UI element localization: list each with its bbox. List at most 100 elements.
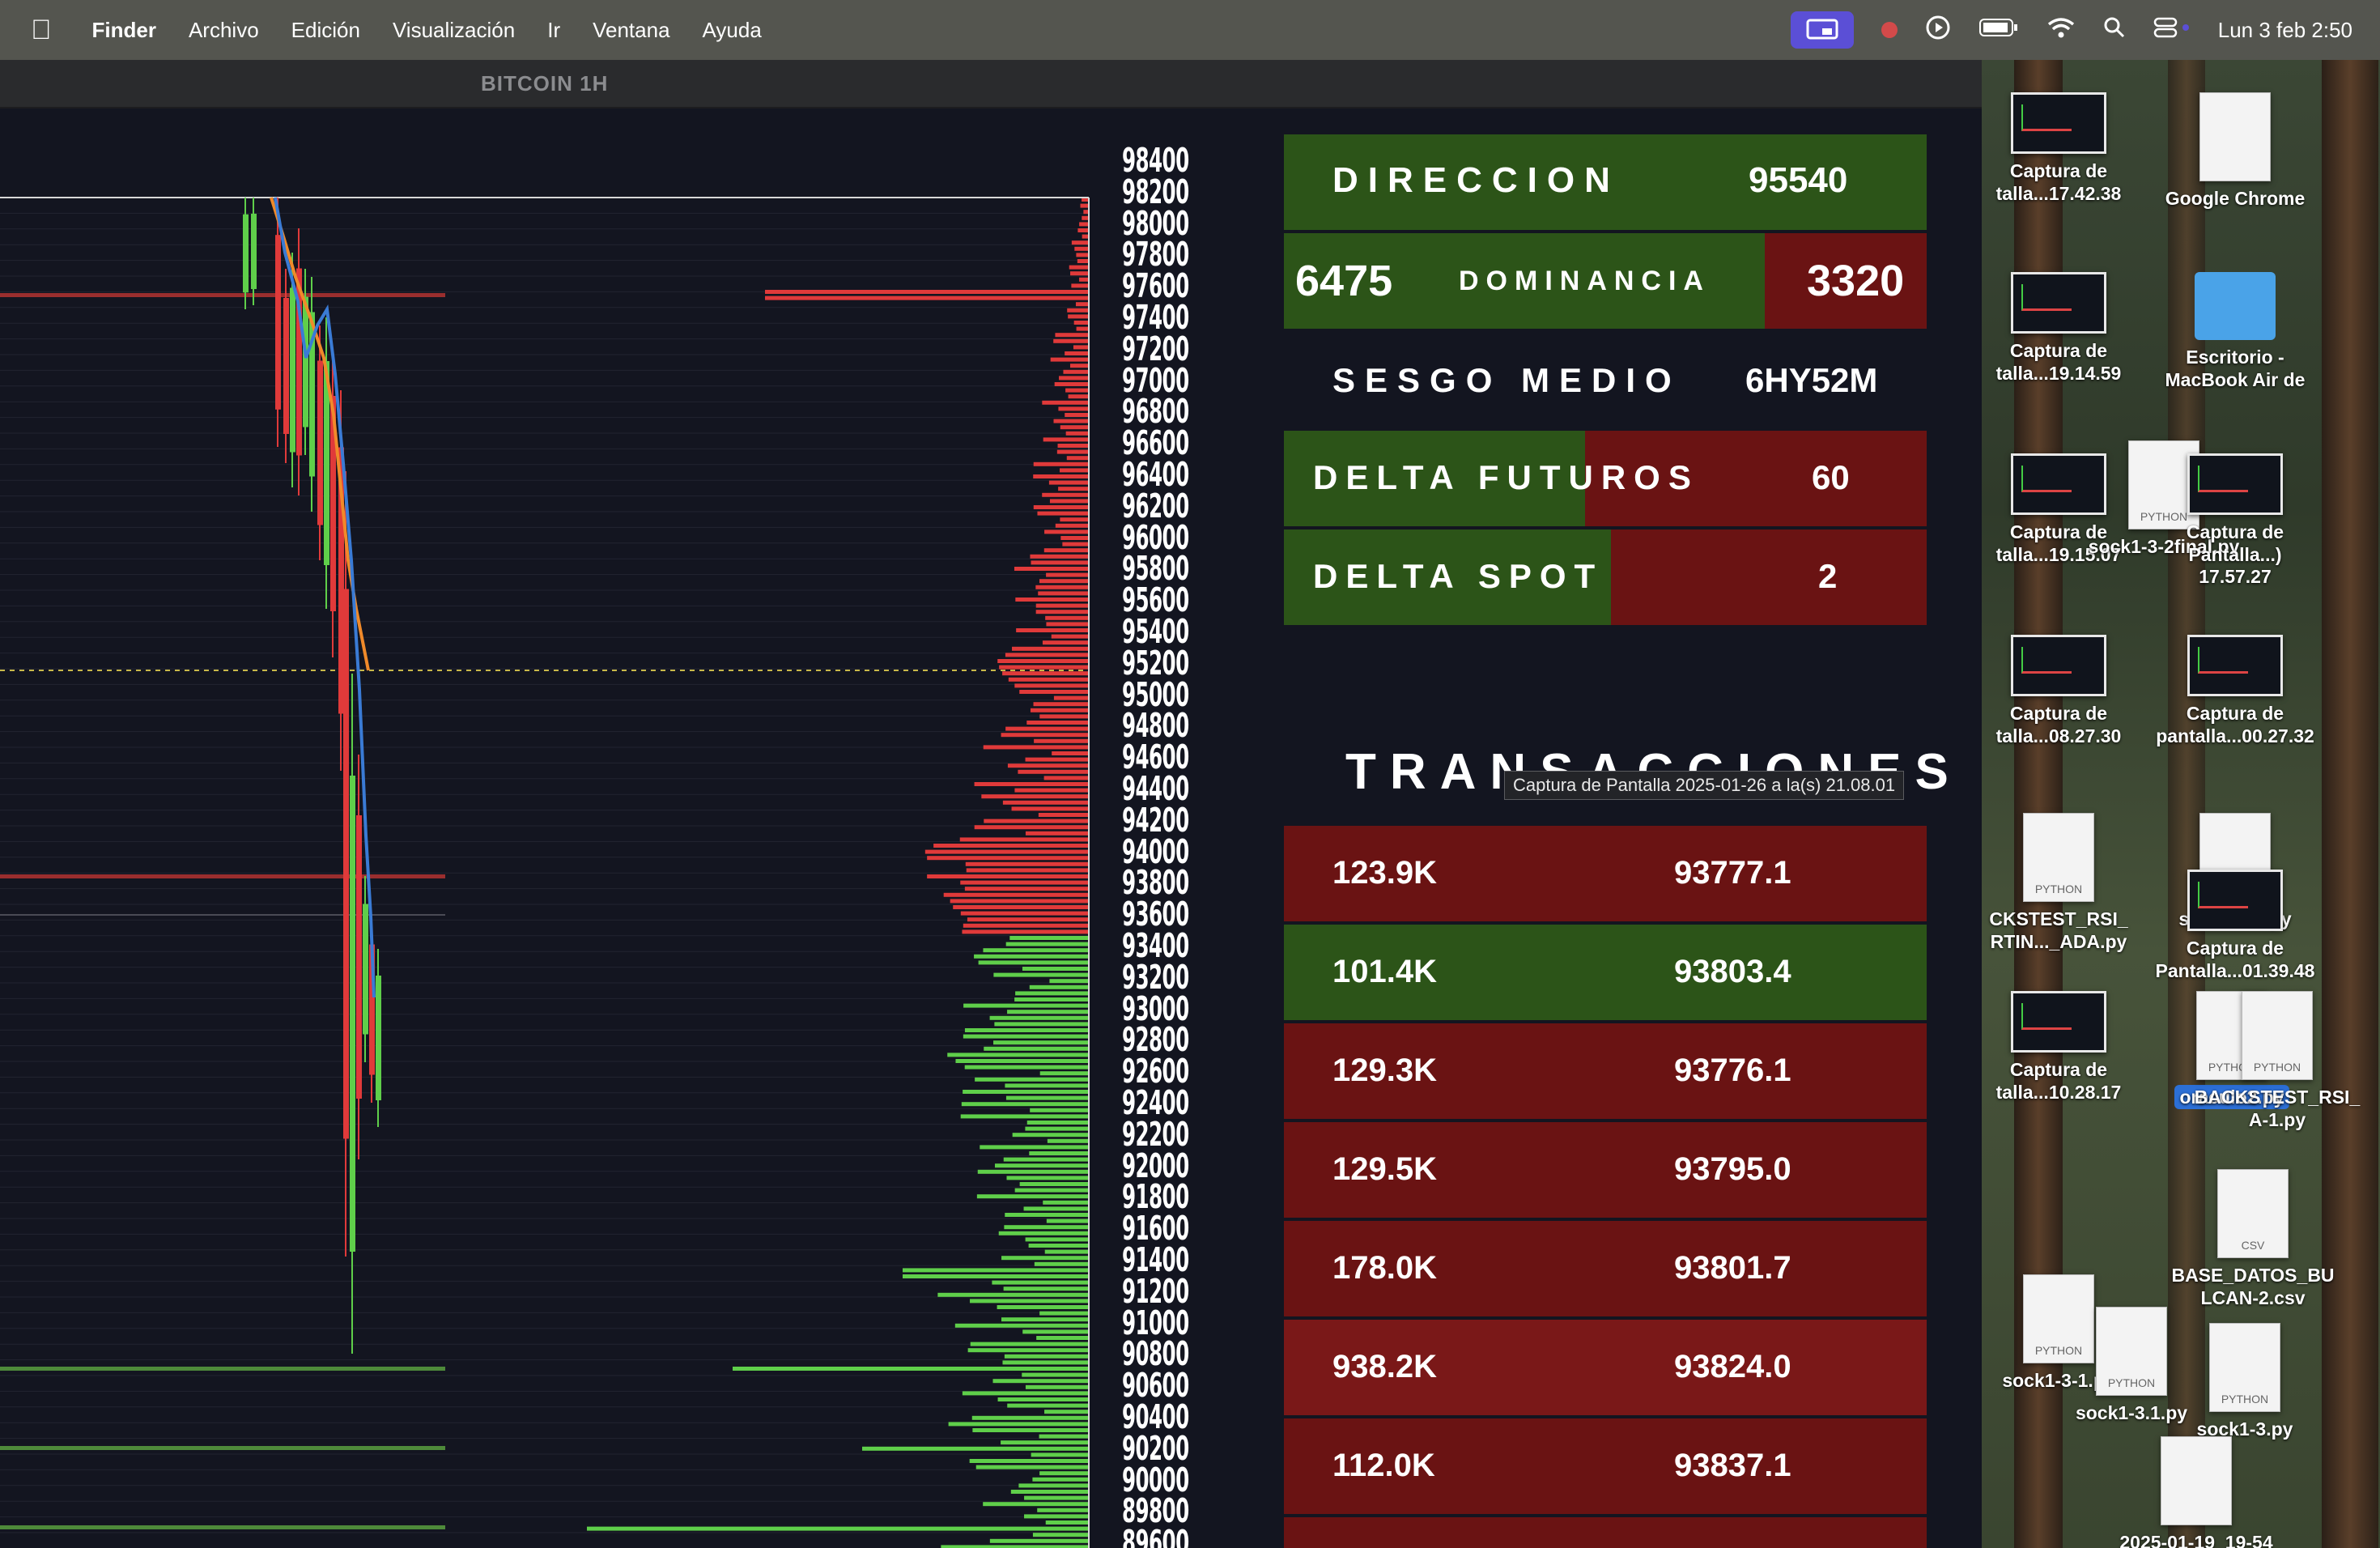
support-line xyxy=(0,1367,445,1371)
desktop-icon[interactable]: Captura de Pantalla...01.39.48 xyxy=(2150,870,2320,982)
orderbook-bar xyxy=(997,1397,1089,1401)
orderbook-bar xyxy=(1071,240,1089,245)
candle-body xyxy=(251,213,257,290)
orderbook-bar xyxy=(1005,726,1089,731)
recording-icon[interactable] xyxy=(1881,22,1898,38)
orderbook-bar xyxy=(924,849,1089,854)
orderbook-bar xyxy=(989,1015,1089,1020)
desktop-icon[interactable]: 2025-01-19_19-54 xyxy=(2111,1436,2281,1548)
desktop-icon[interactable]: PYTHON sock1-3.py xyxy=(2160,1323,2330,1441)
delta-futuros-label: DELTA FUTUROS xyxy=(1313,458,1699,496)
desktop-icon[interactable]: Escritorio - MacBook Air de xyxy=(2150,272,2320,391)
price-chart[interactable] xyxy=(0,107,1101,1548)
desktop-icon[interactable]: Captura de talla...08.27.30 xyxy=(1982,635,2144,747)
menu-archivo[interactable]: Archivo xyxy=(189,18,259,43)
orderbook-bar xyxy=(1010,1490,1089,1494)
orderbook-bar xyxy=(947,1053,1089,1057)
orderbook-bar xyxy=(1063,369,1089,374)
orderbook-bar xyxy=(1038,591,1089,596)
menu-finder[interactable]: Finder xyxy=(92,18,156,43)
desktop-icon[interactable]: Captura de talla...17.42.38 xyxy=(1982,92,2144,205)
orderbook-bar xyxy=(998,1231,1089,1235)
transaction-qty: 101.4K xyxy=(1332,954,1437,989)
screenshot-thumbnail-icon xyxy=(2187,635,2283,696)
orderbook-bar xyxy=(1032,1477,1089,1482)
orderbook-bar xyxy=(955,1059,1089,1063)
orderbook-bar xyxy=(1005,653,1089,657)
price-tick-label: 89600 xyxy=(1122,1523,1189,1548)
orderbook-bar xyxy=(1065,351,1089,355)
menu-bar:  Finder Archivo Edición Visualización I… xyxy=(0,0,2380,60)
delta-futuros-value: 60 xyxy=(1812,458,1850,496)
orderbook-bar xyxy=(1033,702,1089,707)
file-type-tag: PYTHON xyxy=(2107,1376,2156,1390)
window-title: BITCOIN 1H xyxy=(481,71,609,96)
candle-body xyxy=(343,589,349,1139)
menu-visualizacion[interactable]: Visualización xyxy=(393,18,515,43)
screenshot-thumbnail-icon xyxy=(2187,870,2283,931)
sesgo-row: SESGO MEDIO 6HY52M xyxy=(1284,332,1927,427)
orderbook-bar xyxy=(1046,622,1089,627)
orderbook-bar xyxy=(992,1379,1089,1384)
orderbook-bar xyxy=(983,1502,1089,1507)
menu-ayuda[interactable]: Ayuda xyxy=(703,18,762,43)
orderbook-bar xyxy=(1047,1138,1089,1143)
orderbook-bar xyxy=(984,819,1089,823)
orderbook-bar xyxy=(1025,831,1089,836)
orderbook-bar xyxy=(972,1428,1089,1432)
orderbook-bar xyxy=(1001,1317,1089,1322)
orderbook-bar xyxy=(1046,572,1089,577)
apple-menu-icon[interactable]:  xyxy=(31,15,52,46)
desktop-icon[interactable]: Captura de pantalla...00.27.32 xyxy=(2150,635,2320,747)
orderbook-bar xyxy=(1043,548,1089,553)
control-center-icon[interactable] xyxy=(2153,16,2191,45)
document-icon: PYTHON xyxy=(2096,1307,2167,1396)
desktop: Captura de talla...17.42.38 Google Chrome… xyxy=(1982,60,2380,1548)
orderbook-bar xyxy=(1024,1514,1089,1519)
file-type-tag: PYTHON xyxy=(2253,1061,2301,1074)
desktop-icon[interactable]: Captura de talla...19.14.59 xyxy=(1982,272,2144,385)
orderbook-bar xyxy=(1055,333,1089,338)
desktop-icon-label: Captura de pantalla...00.27.32 xyxy=(2156,703,2314,746)
orderbook-bar xyxy=(1082,234,1089,239)
window-titlebar[interactable]: BITCOIN 1H xyxy=(0,60,1982,108)
orderbook-bar xyxy=(1043,1200,1089,1205)
menu-ir[interactable]: Ir xyxy=(547,18,560,43)
transaction-row: 129.5K 93795.0 xyxy=(1284,1122,1927,1218)
orderbook-bar xyxy=(1001,1440,1089,1445)
orderbook-bar xyxy=(1006,1176,1089,1180)
candle-body xyxy=(275,235,281,410)
desktop-icon[interactable]: Captura de Pantalla...) 17.57.27 xyxy=(2150,453,2320,589)
search-icon[interactable] xyxy=(2103,16,2126,45)
desktop-icon[interactable]: Google Chrome xyxy=(2150,92,2320,211)
orderbook-bar xyxy=(1008,677,1089,682)
sesgo-label: SESGO MEDIO xyxy=(1332,361,1681,399)
wifi-icon[interactable] xyxy=(2046,16,2076,45)
play-icon[interactable] xyxy=(1925,15,1951,46)
orderbook-bar xyxy=(1053,338,1089,343)
orderbook-bar xyxy=(1039,579,1089,584)
orderbook-bar xyxy=(970,1342,1089,1346)
desktop-icon[interactable]: Captura de talla...10.28.17 xyxy=(1982,991,2144,1104)
desktop-icon-label: BACKSTEST_RSI_ A-1.py xyxy=(2194,1087,2361,1130)
orderbook-bar xyxy=(1065,413,1089,417)
battery-icon[interactable] xyxy=(1978,17,2019,44)
desktop-icon[interactable]: PYTHON CKSTEST_RSI_ RTIN..._ADA.py xyxy=(1982,813,2144,953)
desktop-icon[interactable]: CSV BASE_DATOS_BU LCAN-2.csv xyxy=(2168,1169,2338,1309)
screen-share-icon[interactable] xyxy=(1790,11,1854,49)
orderbook-bar xyxy=(1037,1508,1089,1512)
desktop-icon-label: Captura de talla...17.42.38 xyxy=(1995,160,2122,204)
transaction-row: 101.4K 93803.4 xyxy=(1284,925,1927,1020)
menu-edicion[interactable]: Edición xyxy=(291,18,360,43)
orderbook-bar xyxy=(1076,326,1089,331)
orderbook-bar xyxy=(1062,542,1089,546)
transaction-row: 112.0K 93837.1 xyxy=(1284,1418,1927,1514)
orderbook-bar xyxy=(1005,1083,1089,1088)
orderbook-bar xyxy=(976,1194,1089,1199)
orderbook-bar xyxy=(1022,1372,1089,1377)
orderbook-bar xyxy=(927,874,1089,878)
desktop-icon[interactable]: PYTHON BACKSTEST_RSI_ A-1.py xyxy=(2192,991,2362,1131)
menubar-clock[interactable]: Lun 3 feb 2:50 xyxy=(2218,18,2352,43)
menu-ventana[interactable]: Ventana xyxy=(593,18,669,43)
orderbook-bar xyxy=(1065,431,1089,436)
